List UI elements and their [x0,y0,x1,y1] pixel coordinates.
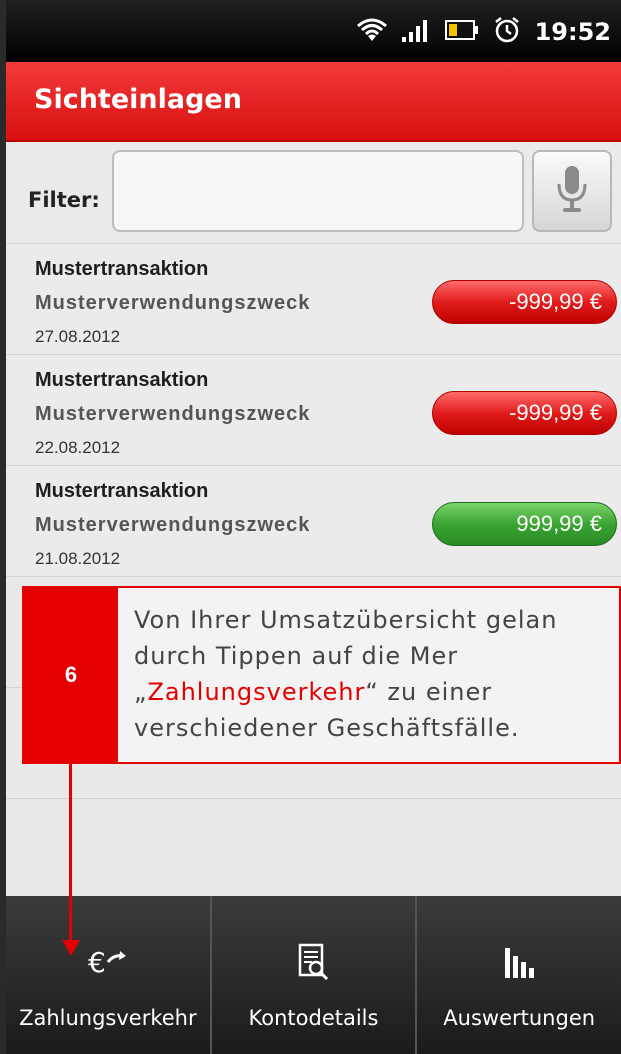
euro-transfer-icon: € [6,942,210,982]
amount-badge: -999,99 € [432,391,617,435]
filter-row: Filter: [6,142,621,244]
callout-text-part: „ [134,678,148,706]
tab-label: Auswertungen [443,1006,596,1030]
microphone-icon [554,164,590,218]
signal-icon [401,17,431,47]
status-time: 19:52 [534,18,611,46]
callout-line: Von Ihrer Umsatzübersicht gelan [134,606,558,634]
transaction-row[interactable]: Mustertransaktion Musterverwendungszweck… [6,355,621,466]
callout-line: verschiedener Geschäftsfälle. [134,714,520,742]
filter-input[interactable] [112,150,524,232]
transaction-date: 22.08.2012 [35,438,121,457]
callout-number: 6 [24,588,118,762]
voice-search-button[interactable] [532,150,612,232]
page-title: Sichteinlagen [34,84,242,115]
transaction-purpose: Musterverwendungszweck [35,514,311,536]
transaction-date: 21.08.2012 [35,549,121,568]
transaction-purpose: Musterverwendungszweck [35,292,311,314]
transaction-row[interactable]: Mustertransaktion Musterverwendungszweck… [6,244,621,355]
callout-line: „Zahlungsverkehr“ zu einer [134,674,621,710]
transaction-title: Mustertransaktion [35,258,209,280]
tab-auswertungen[interactable]: Auswertungen [417,896,621,1054]
document-search-icon [212,942,416,982]
transaction-date: 27.08.2012 [35,327,121,346]
bar-chart-icon [417,942,621,982]
callout-text-part: “ zu einer [365,678,493,706]
svg-text:€: € [88,946,106,979]
amount-badge: 999,99 € [432,502,617,546]
title-bar: Sichteinlagen [6,62,621,142]
callout-highlight: Zahlungsverkehr [147,678,366,706]
callout-line: durch Tippen auf die Mer [134,642,459,670]
alarm-icon [493,16,521,48]
transaction-row[interactable]: Mustertransaktion Musterverwendungszweck… [6,466,621,577]
filter-label: Filter: [28,188,100,212]
amount-badge: -999,99 € [432,280,617,324]
callout-arrow-icon [62,940,80,956]
tab-label: Zahlungsverkehr [19,1006,197,1030]
transaction-purpose: Musterverwendungszweck [35,403,311,425]
callout-text: Von Ihrer Umsatzübersicht gelan durch Ti… [134,602,621,746]
bottom-tab-bar: € Zahlungsverkehr Kontodetails Auswertun… [6,896,621,1054]
help-callout: 6 Von Ihrer Umsatzübersicht gelan durch … [22,586,621,764]
callout-pointer-line [69,764,72,942]
status-bar: 19:52 [6,0,621,62]
transaction-title: Mustertransaktion [35,369,209,391]
tab-kontodetails[interactable]: Kontodetails [212,896,418,1054]
wifi-icon [356,17,387,47]
battery-icon [444,19,479,45]
tab-zahlungsverkehr[interactable]: € Zahlungsverkehr [6,896,212,1054]
transaction-title: Mustertransaktion [35,480,209,502]
tab-label: Kontodetails [248,1006,379,1030]
